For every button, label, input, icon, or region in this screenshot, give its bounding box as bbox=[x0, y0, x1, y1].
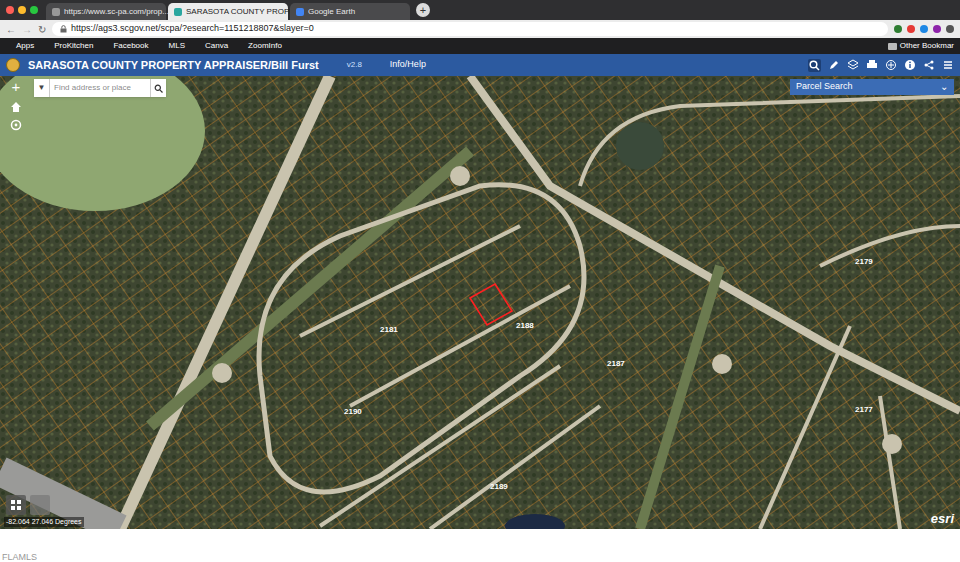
overview-button[interactable] bbox=[30, 495, 50, 515]
info-icon[interactable] bbox=[904, 59, 916, 71]
back-icon[interactable]: ← bbox=[6, 22, 16, 37]
lock-icon bbox=[60, 25, 67, 33]
extension-icon[interactable] bbox=[920, 25, 928, 33]
maximize-icon[interactable] bbox=[30, 6, 38, 14]
grid-icon bbox=[11, 500, 21, 510]
page-footer: FLAMLS bbox=[0, 529, 960, 562]
share-icon[interactable] bbox=[923, 59, 935, 71]
bookmark-label: MLS bbox=[169, 40, 185, 52]
block-label: 2190 bbox=[344, 406, 362, 418]
tool-icons bbox=[808, 59, 954, 72]
bookmark-icon bbox=[195, 43, 202, 50]
coordinates-readout: -82.064 27.046 Degrees bbox=[4, 517, 84, 528]
map[interactable]: 2181 2188 2187 2190 2189 2179 2177 ▼ + Parcel … bbox=[0, 76, 960, 529]
extensions bbox=[894, 25, 954, 33]
bookmark-label: Canva bbox=[205, 40, 228, 52]
print-icon[interactable] bbox=[866, 59, 878, 71]
basemap-button[interactable] bbox=[6, 495, 26, 515]
search-widget: ▼ bbox=[34, 79, 166, 97]
footer-text: FLAMLS bbox=[2, 552, 37, 562]
panel-title: Parcel Search bbox=[796, 80, 853, 94]
satellite-map bbox=[0, 76, 960, 529]
tab-label: Google Earth bbox=[308, 6, 355, 18]
block-label: 2181 bbox=[380, 324, 398, 336]
info-help-menu[interactable]: Info/Help bbox=[390, 58, 426, 72]
bookmark-label: Apps bbox=[16, 40, 34, 52]
county-seal-icon bbox=[6, 58, 20, 72]
app-version: v2.8 bbox=[347, 59, 362, 71]
reload-icon[interactable]: ↻ bbox=[38, 22, 46, 37]
bookmark[interactable]: Apps bbox=[6, 40, 34, 52]
dropdown-icon[interactable]: ▼ bbox=[34, 79, 50, 97]
search-button[interactable] bbox=[150, 79, 166, 97]
block-label: 2177 bbox=[855, 404, 873, 416]
basemap-controls bbox=[6, 495, 50, 515]
favicon-icon bbox=[296, 8, 304, 16]
esri-logo: esri bbox=[931, 509, 954, 529]
favicon-icon bbox=[174, 8, 182, 16]
tab-label: https://www.sc-pa.com/prop... bbox=[64, 6, 169, 18]
search-input[interactable] bbox=[50, 79, 150, 97]
app-header: SARASOTA COUNTY PROPERTY APPRAISER/Bill … bbox=[0, 54, 960, 76]
window-controls bbox=[6, 0, 44, 20]
bookmarks-bar: Apps ProKitchen Facebook MLS Canva ZoomInfo O… bbox=[0, 38, 960, 54]
close-icon[interactable] bbox=[6, 6, 14, 14]
bookmark-icon bbox=[6, 43, 13, 50]
tab-list: https://www.sc-pa.com/prop...SARASOTA CO… bbox=[46, 3, 410, 20]
bookmark-list: Apps ProKitchen Facebook MLS Canva ZoomInfo bbox=[6, 40, 878, 52]
block-label: 2179 bbox=[855, 256, 873, 268]
menu-icon[interactable] bbox=[942, 59, 954, 71]
forward-icon[interactable]: → bbox=[22, 22, 32, 37]
block-label: 2188 bbox=[516, 320, 534, 332]
zoom-in-button[interactable]: + bbox=[8, 79, 24, 95]
tab-strip: https://www.sc-pa.com/prop...SARASOTA CO… bbox=[0, 0, 960, 20]
minimize-icon[interactable] bbox=[18, 6, 26, 14]
panel-toggle[interactable]: ⌄ bbox=[940, 82, 948, 92]
extension-icon[interactable] bbox=[933, 25, 941, 33]
home-icon[interactable] bbox=[10, 101, 22, 113]
layers-icon[interactable] bbox=[847, 59, 859, 71]
folder-icon bbox=[888, 43, 897, 50]
address-text: https://ags3.scgov.net/scpa/?esearch=115… bbox=[71, 22, 314, 36]
bookmark[interactable]: ZoomInfo bbox=[238, 40, 282, 52]
search-icon bbox=[154, 84, 163, 93]
parcel-search-panel[interactable]: Parcel Search ⌄ bbox=[790, 79, 954, 95]
toolbar: ← → ↻ https://ags3.scgov.net/scpa/?esear… bbox=[0, 20, 960, 38]
bookmark-icon bbox=[44, 43, 51, 50]
extension-icon[interactable] bbox=[907, 25, 915, 33]
bookmark-label: ProKitchen bbox=[54, 40, 93, 52]
browser-tab[interactable]: Google Earth bbox=[290, 3, 410, 20]
bookmark-icon bbox=[159, 43, 166, 50]
other-bookmarks[interactable]: Other Bookmar bbox=[888, 40, 954, 52]
search-icon[interactable] bbox=[808, 59, 821, 72]
bookmark-label: Facebook bbox=[113, 40, 148, 52]
bookmark[interactable]: Facebook bbox=[103, 40, 148, 52]
bookmark[interactable]: Canva bbox=[195, 40, 228, 52]
bookmark-label: ZoomInfo bbox=[248, 40, 282, 52]
pencil-icon[interactable] bbox=[828, 59, 840, 71]
bookmark[interactable]: ProKitchen bbox=[44, 40, 93, 52]
selected-parcel[interactable] bbox=[470, 284, 512, 325]
block-labels: 2181 2188 2187 2190 2189 2179 2177 bbox=[0, 76, 960, 529]
bookmark-icon bbox=[238, 43, 245, 50]
identify-icon[interactable] bbox=[885, 59, 897, 71]
other-bookmarks-label: Other Bookmar bbox=[900, 40, 954, 52]
extension-icon[interactable] bbox=[894, 25, 902, 33]
favicon-icon bbox=[52, 8, 60, 16]
app-title: SARASOTA COUNTY PROPERTY APPRAISER/Bill … bbox=[28, 57, 319, 74]
browser-tab[interactable]: https://www.sc-pa.com/prop... bbox=[46, 3, 166, 20]
new-tab-button[interactable]: + bbox=[416, 3, 430, 17]
bookmark-icon bbox=[103, 43, 110, 50]
compass-icon[interactable] bbox=[10, 119, 22, 131]
tab-label: SARASOTA COUNTY PROPER... bbox=[186, 6, 307, 18]
address-bar[interactable]: https://ags3.scgov.net/scpa/?esearch=115… bbox=[52, 22, 888, 36]
block-label: 2187 bbox=[607, 358, 625, 370]
map-controls: + bbox=[8, 79, 24, 131]
block-label: 2189 bbox=[490, 481, 508, 493]
bookmark[interactable]: MLS bbox=[159, 40, 185, 52]
profile-icon[interactable] bbox=[946, 25, 954, 33]
browser-tab[interactable]: SARASOTA COUNTY PROPER... bbox=[168, 3, 288, 20]
